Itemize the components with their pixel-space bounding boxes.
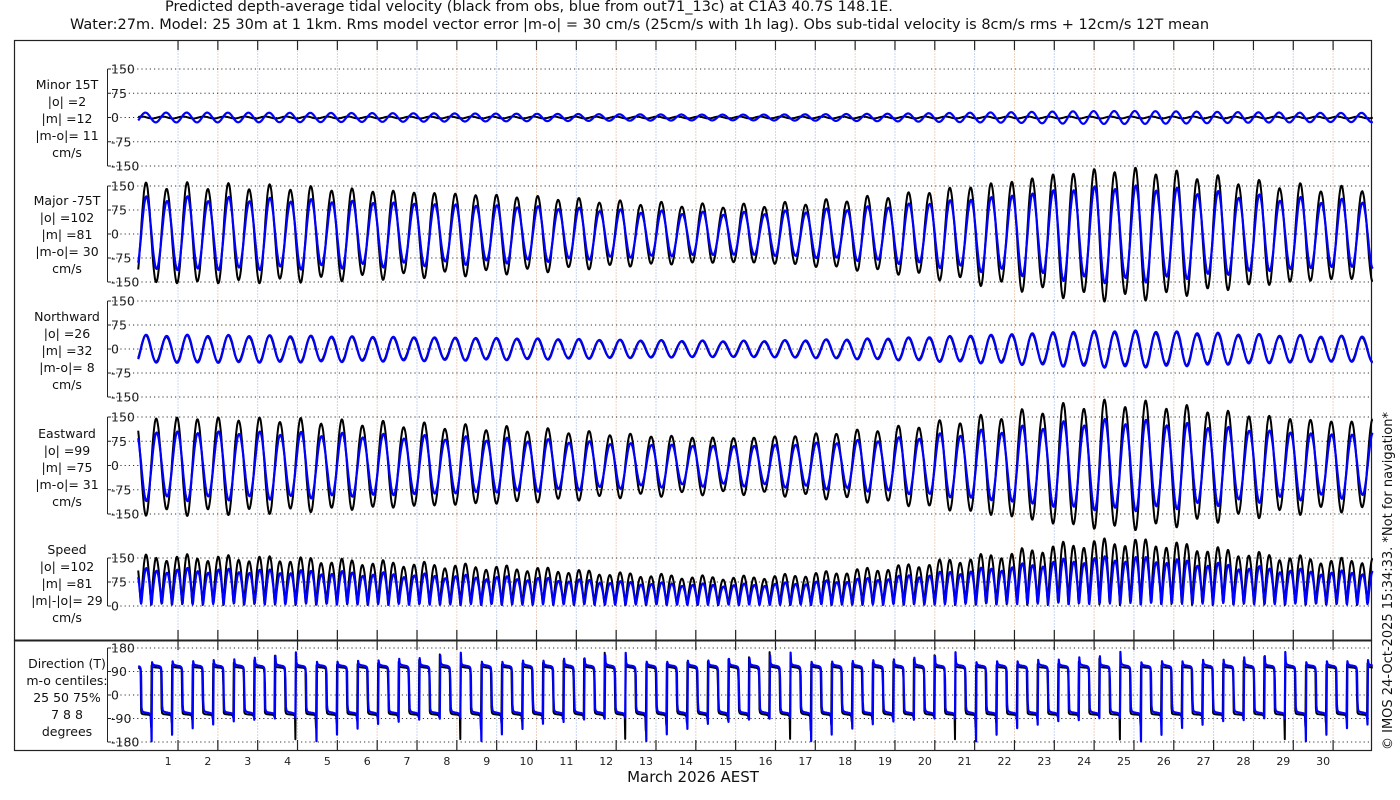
obs-speed-series xyxy=(137,537,1374,607)
panel-label-line: cm/s xyxy=(52,145,82,160)
panel-label-line: cm/s xyxy=(52,610,82,625)
panel-label-line: cm/s xyxy=(52,261,82,276)
y-tick-label: -75 xyxy=(111,366,131,381)
panel-label-line: |o| =26 xyxy=(44,326,90,341)
x-tick-label: 7 xyxy=(404,755,411,768)
x-tick-label: 16 xyxy=(759,755,773,768)
x-axis-label: March 2026 AEST xyxy=(627,768,759,786)
panel-label-line: |o| =102 xyxy=(40,210,94,225)
tidal-velocity-chart: 1 2 3 4 5 6 7 8 9 10 11 12 13 14 15 16 17 18 19 20 21 22 23 24 2… xyxy=(13,39,1374,768)
y-tick-label: 180 xyxy=(111,641,135,656)
y-tick-label: 75 xyxy=(111,203,127,218)
x-tick-label: 24 xyxy=(1077,755,1091,768)
y-tick-label: 75 xyxy=(111,86,127,101)
y-tick-label: -75 xyxy=(111,482,131,497)
y-tick-label: 0 xyxy=(111,110,119,125)
panel-label-line: |m| =75 xyxy=(42,460,93,475)
panel-label-line: |m-o|= 30 xyxy=(35,244,98,259)
panel-label-line: |m| =81 xyxy=(42,576,93,591)
y-tick-label: 0 xyxy=(111,458,119,473)
panel-label-line: cm/s xyxy=(52,494,82,509)
y-tick-label: -150 xyxy=(111,507,139,522)
x-tick-label: 22 xyxy=(998,755,1012,768)
x-tick-label: 25 xyxy=(1117,755,1131,768)
x-tick-label: 10 xyxy=(520,755,534,768)
y-tick-label: 150 xyxy=(111,551,135,566)
panel-label-line: |o| =2 xyxy=(48,94,86,109)
model-direction-series xyxy=(137,650,1374,743)
y-tick-label: 150 xyxy=(111,294,135,309)
x-tick-label: 5 xyxy=(324,755,331,768)
x-tick-label: 15 xyxy=(719,755,733,768)
panel-label-line: degrees xyxy=(42,724,92,739)
x-tick-label: 8 xyxy=(443,755,450,768)
x-tick-label: 9 xyxy=(483,755,490,768)
y-tick-label: 0 xyxy=(111,342,119,357)
copyright-credit: © IMOS 24-Oct-2025 15:34:33. *Not for na… xyxy=(1381,412,1396,750)
panel-label-line: Minor 15T xyxy=(36,77,99,92)
panel-label-line: |m| =12 xyxy=(42,111,93,126)
y-tick-label: 75 xyxy=(111,434,127,449)
y-tick-label: 0 xyxy=(111,599,119,614)
y-tick-label: -150 xyxy=(111,275,139,290)
x-tick-label: 2 xyxy=(204,755,211,768)
x-tick-label: 20 xyxy=(918,755,932,768)
y-tick-label: -75 xyxy=(111,251,131,266)
x-tick-label: 1 xyxy=(165,755,172,768)
panel-label-line: cm/s xyxy=(52,377,82,392)
y-tick-label: 75 xyxy=(111,575,127,590)
panel-label-line: |m| =32 xyxy=(42,343,93,358)
y-tick-label: 75 xyxy=(111,318,127,333)
x-tick-label: 4 xyxy=(284,755,291,768)
x-tick-label: 18 xyxy=(838,755,852,768)
x-tick-label: 26 xyxy=(1157,755,1171,768)
y-tick-label: -180 xyxy=(111,735,139,750)
y-tick-label: 0 xyxy=(111,227,119,242)
y-tick-label: -150 xyxy=(111,159,139,174)
panel-label-line: Northward xyxy=(34,309,100,324)
x-tick-label: 14 xyxy=(679,755,693,768)
x-tick-label: 11 xyxy=(559,755,573,768)
x-tick-label: 17 xyxy=(798,755,812,768)
panel-label-line: 25 50 75% xyxy=(33,690,101,705)
x-tick-label: 27 xyxy=(1197,755,1211,768)
x-tick-label: 21 xyxy=(958,755,972,768)
y-tick-label: -150 xyxy=(111,390,139,405)
panel-label-line: |m-o|= 11 xyxy=(35,128,98,143)
panel-label-line: 7 8 8 xyxy=(51,707,83,722)
x-tick-label: 12 xyxy=(599,755,613,768)
panel-label-line: |o| =99 xyxy=(44,443,90,458)
obs-minor-series xyxy=(137,115,1374,120)
y-tick-label: 150 xyxy=(111,410,135,425)
y-tick-label: -75 xyxy=(111,134,131,149)
panel-label-line: |m|-|o|= 29 xyxy=(31,593,103,608)
x-tick-label: 3 xyxy=(244,755,251,768)
obs-major-series xyxy=(137,166,1374,303)
panel-label-line: |m-o|= 31 xyxy=(35,477,98,492)
x-tick-label: 23 xyxy=(1037,755,1051,768)
y-tick-label: 150 xyxy=(111,62,135,77)
x-tick-label: 28 xyxy=(1236,755,1250,768)
y-tick-label: 0 xyxy=(111,688,119,703)
x-tick-label: 13 xyxy=(639,755,653,768)
panel-label-line: Major -75T xyxy=(34,193,101,208)
panel-label-line: |o| =102 xyxy=(40,559,94,574)
panel-label-line: m-o centiles: xyxy=(26,673,107,688)
panel-label-line: |m-o|= 8 xyxy=(39,360,94,375)
panel-label-line: Speed xyxy=(47,542,86,557)
obs-east-series xyxy=(137,398,1374,531)
x-tick-label: 30 xyxy=(1316,755,1330,768)
x-tick-label: 19 xyxy=(878,755,892,768)
y-tick-label: 150 xyxy=(111,179,135,194)
panel-label-line: Direction (T) xyxy=(28,656,106,671)
x-tick-label: 6 xyxy=(364,755,371,768)
y-tick-label: 90 xyxy=(111,664,127,679)
y-tick-label: -90 xyxy=(111,711,131,726)
panel-label-line: Eastward xyxy=(38,426,96,441)
panel-label-line: |m| =81 xyxy=(42,227,93,242)
x-tick-label: 29 xyxy=(1276,755,1290,768)
